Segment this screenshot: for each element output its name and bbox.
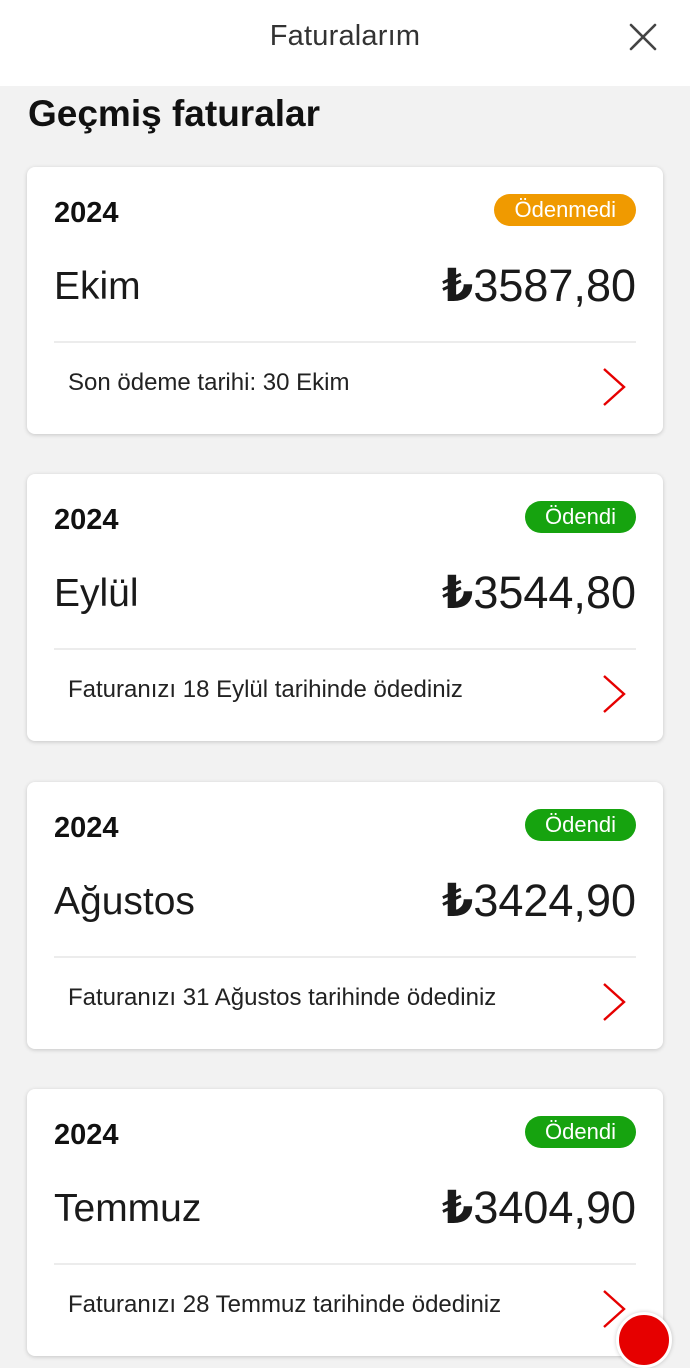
amount-value: 3424,90 <box>473 875 636 926</box>
close-icon <box>629 23 657 51</box>
currency-symbol: ₺ <box>442 1182 474 1233</box>
amount-value: 3404,90 <box>473 1182 636 1233</box>
bill-amount: ₺3424,90 <box>442 874 636 927</box>
status-badge: Ödendi <box>525 809 636 841</box>
currency-symbol: ₺ <box>442 875 474 926</box>
bill-card-ekim: 2024 Ödenmedi Ekim ₺3587,80 Son ödeme ta… <box>27 167 663 434</box>
bill-note: Faturanızı 31 Ağustos tarihinde ödediniz <box>68 984 497 1011</box>
bill-year: 2024 <box>54 504 119 536</box>
status-badge: Ödendi <box>525 1116 636 1148</box>
bill-amount: ₺3544,80 <box>442 566 636 619</box>
bill-detail-link[interactable]: Son ödeme tarihi: 30 Ekim <box>54 343 636 434</box>
page-title: Faturalarım <box>269 20 421 52</box>
currency-symbol: ₺ <box>442 567 474 618</box>
currency-symbol: ₺ <box>442 260 474 311</box>
bill-amount: ₺3404,90 <box>442 1181 636 1234</box>
chevron-right-icon <box>598 367 628 407</box>
bill-month: Temmuz <box>54 1187 202 1230</box>
bill-note: Faturanızı 18 Eylül tarihinde ödediniz <box>68 676 463 703</box>
bill-note: Faturanızı 28 Temmuz tarihinde ödediniz <box>68 1291 502 1318</box>
amount-value: 3587,80 <box>473 260 636 311</box>
status-badge: Ödenmedi <box>494 194 636 226</box>
bill-note: Son ödeme tarihi: 30 Ekim <box>68 369 350 396</box>
bill-year: 2024 <box>54 1119 119 1151</box>
chevron-right-icon <box>598 674 628 714</box>
chevron-right-icon <box>598 982 628 1022</box>
bill-detail-link[interactable]: Faturanızı 31 Ağustos tarihinde ödediniz <box>54 958 636 1049</box>
bill-amount: ₺3587,80 <box>442 259 636 312</box>
amount-value: 3544,80 <box>473 567 636 618</box>
app-header: Faturalarım <box>0 0 690 86</box>
bill-card-eylul: 2024 Ödendi Eylül ₺3544,80 Faturanızı 18… <box>27 474 663 741</box>
bill-month: Eylül <box>54 572 139 615</box>
bill-month: Ekim <box>54 265 141 308</box>
bill-detail-link[interactable]: Faturanızı 28 Temmuz tarihinde ödediniz <box>54 1265 636 1356</box>
bill-detail-link[interactable]: Faturanızı 18 Eylül tarihinde ödediniz <box>54 650 636 741</box>
bill-card-temmuz: 2024 Ödendi Temmuz ₺3404,90 Faturanızı 2… <box>27 1089 663 1356</box>
bill-year: 2024 <box>54 197 119 229</box>
bill-year: 2024 <box>54 812 119 844</box>
status-badge: Ödendi <box>525 501 636 533</box>
bill-card-agustos: 2024 Ödendi Ağustos ₺3424,90 Faturanızı … <box>27 782 663 1049</box>
close-button[interactable] <box>620 14 666 60</box>
brand-logo-icon[interactable] <box>616 1312 672 1368</box>
section-title: Geçmiş faturalar <box>28 93 321 134</box>
bill-month: Ağustos <box>54 880 195 923</box>
